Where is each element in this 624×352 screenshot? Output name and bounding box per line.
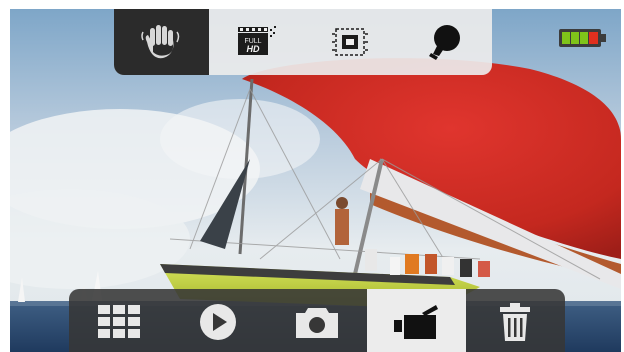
full-hd-video-button[interactable]: FULL HD [209,9,304,75]
hand-wave-button[interactable] [114,9,209,75]
full-hd-video-icon: FULL HD [237,26,276,55]
bottom-mode-menu [69,289,565,352]
gallery-button[interactable] [69,289,168,352]
delete-button[interactable] [466,289,565,352]
video-camera-icon [394,305,439,339]
image-stabilization-icon [332,28,369,56]
camera-icon [295,308,338,338]
video-mode-button[interactable] [366,289,466,352]
top-mode-menu: FULL HD [114,9,492,75]
image-stabilization-button[interactable] [303,9,398,75]
svg-text:HD: HD [246,44,259,54]
play-button[interactable] [168,289,267,352]
gallery-grid-icon [97,305,140,338]
trash-icon [500,303,531,341]
light-bulb-button[interactable] [398,9,493,75]
battery-icon [559,29,606,47]
camera-screen: FULL HD [10,9,621,352]
play-icon [199,304,236,340]
hand-wave-icon [141,25,180,59]
photo-mode-button[interactable] [267,289,366,352]
light-bulb-icon [428,25,460,60]
